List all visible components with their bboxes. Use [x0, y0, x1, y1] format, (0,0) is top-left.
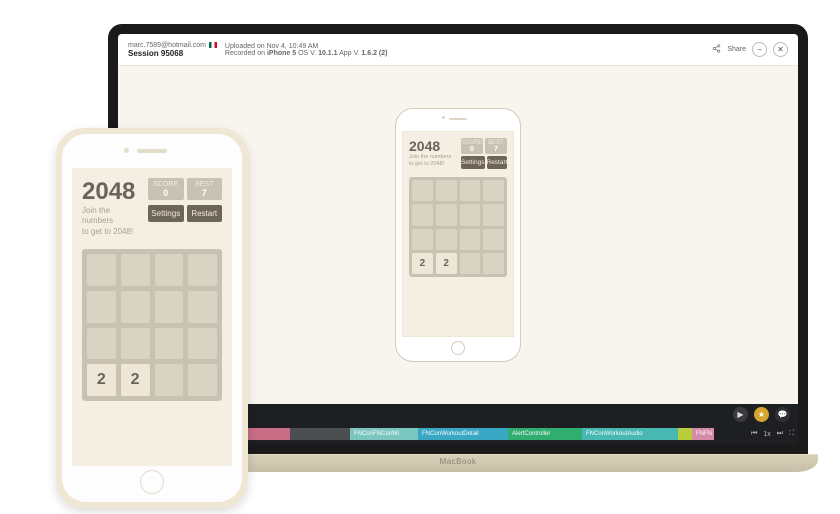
star-button[interactable]: ★ — [754, 407, 769, 422]
board-cell — [188, 291, 217, 323]
preview-device-frame: 2048 Join the numbers to get to 2048! SC… — [395, 108, 521, 362]
board-cell — [87, 328, 116, 360]
score-box: SCORE 0 — [148, 178, 184, 200]
board-cell — [436, 229, 457, 250]
board-cell — [412, 180, 433, 201]
timeline-segment[interactable] — [678, 428, 692, 440]
board-cell — [460, 253, 481, 274]
game-board[interactable]: 22 — [409, 177, 507, 277]
fullscreen-button[interactable]: ⛶ — [789, 430, 794, 438]
close-button[interactable]: ✕ — [773, 42, 788, 57]
user-email: marc.7589@hotmail.com — [128, 42, 206, 49]
session-id: Session 95068 — [128, 49, 217, 58]
tile: 2 — [87, 364, 116, 396]
board-cell — [155, 328, 184, 360]
device-home-button — [451, 341, 465, 355]
best-box: BEST 7 — [485, 138, 507, 154]
board-cell — [460, 229, 481, 250]
tile: 2 — [121, 364, 150, 396]
tile: 2 — [436, 253, 457, 274]
board-cell: 2 — [87, 364, 116, 396]
timeline-segment[interactable]: FNConFNConWi — [350, 428, 418, 440]
board-cell — [87, 254, 116, 286]
board-cell — [155, 291, 184, 323]
share-icon[interactable] — [712, 44, 721, 55]
device-speaker-icon — [449, 118, 467, 120]
uploaded-timestamp: Uploaded on Nov 4, 10:49 AM — [225, 43, 704, 50]
share-label[interactable]: Share — [727, 46, 746, 53]
session-header: marc.7589@hotmail.com Session 95068 Uplo… — [118, 34, 798, 66]
play-button[interactable]: ▶ — [733, 407, 748, 422]
comment-button[interactable]: 💬 — [775, 407, 790, 422]
board-cell — [121, 328, 150, 360]
best-box: BEST 7 — [187, 178, 223, 200]
speed-label[interactable]: 1x — [763, 431, 770, 438]
device-camera-icon — [124, 148, 129, 153]
timeline-segment[interactable]: AlertController — [508, 428, 582, 440]
board-cell — [188, 328, 217, 360]
game-title: 2048 — [409, 138, 457, 154]
board-cell — [412, 204, 433, 225]
board-cell — [483, 180, 504, 201]
board-cell — [121, 291, 150, 323]
recorded-details: Recorded on iPhone 5 OS V. 10.1.1 App V.… — [225, 50, 704, 57]
board-cell — [460, 204, 481, 225]
board-cell — [155, 254, 184, 286]
device-speaker-icon — [137, 149, 167, 153]
restart-button[interactable]: Restart — [187, 205, 223, 222]
board-cell: 2 — [412, 253, 433, 274]
tile: 2 — [412, 253, 433, 274]
board-cell — [483, 253, 504, 274]
settings-button[interactable]: Settings — [148, 205, 184, 222]
board-cell — [436, 204, 457, 225]
board-cell — [121, 254, 150, 286]
board-cell: 2 — [436, 253, 457, 274]
device-home-button — [140, 470, 164, 494]
game-title: 2048 — [82, 178, 142, 206]
skip-forward-button[interactable]: ⏭ — [777, 430, 783, 438]
board-cell — [412, 229, 433, 250]
board-cell — [483, 204, 504, 225]
restart-button[interactable]: Restart — [487, 156, 508, 169]
game-board[interactable]: 22 — [82, 249, 222, 401]
game-subtitle: Join the numbers to get to 2048! — [409, 154, 457, 167]
timeline-segment[interactable]: FNConWorkoutDetail — [418, 428, 508, 440]
timeline-segment[interactable]: FNFN — [692, 428, 714, 440]
device-mockup: 2048 Join the numbers to get to 2048! SC… — [56, 128, 248, 508]
board-cell — [155, 364, 184, 396]
board-cell — [436, 180, 457, 201]
timeline-segment[interactable] — [290, 428, 350, 440]
board-cell — [188, 364, 217, 396]
minimize-button[interactable]: − — [752, 42, 767, 57]
board-cell — [87, 291, 116, 323]
skip-back-button[interactable]: ⏮ — [751, 430, 757, 438]
device-screen: 2048 Join the numbers to get to 2048! SC… — [72, 168, 232, 466]
game-subtitle: Join the numbers to get to 2048! — [82, 206, 142, 237]
timeline-segment[interactable]: FNConWorkoutAudio — [582, 428, 678, 440]
device-camera-icon — [442, 116, 445, 119]
score-box: SCORE 0 — [461, 138, 483, 154]
country-flag-icon — [209, 42, 217, 48]
board-cell — [188, 254, 217, 286]
board-cell — [483, 229, 504, 250]
board-cell: 2 — [121, 364, 150, 396]
preview-device-screen: 2048 Join the numbers to get to 2048! SC… — [402, 131, 514, 337]
settings-button[interactable]: Settings — [461, 156, 485, 169]
board-cell — [460, 180, 481, 201]
